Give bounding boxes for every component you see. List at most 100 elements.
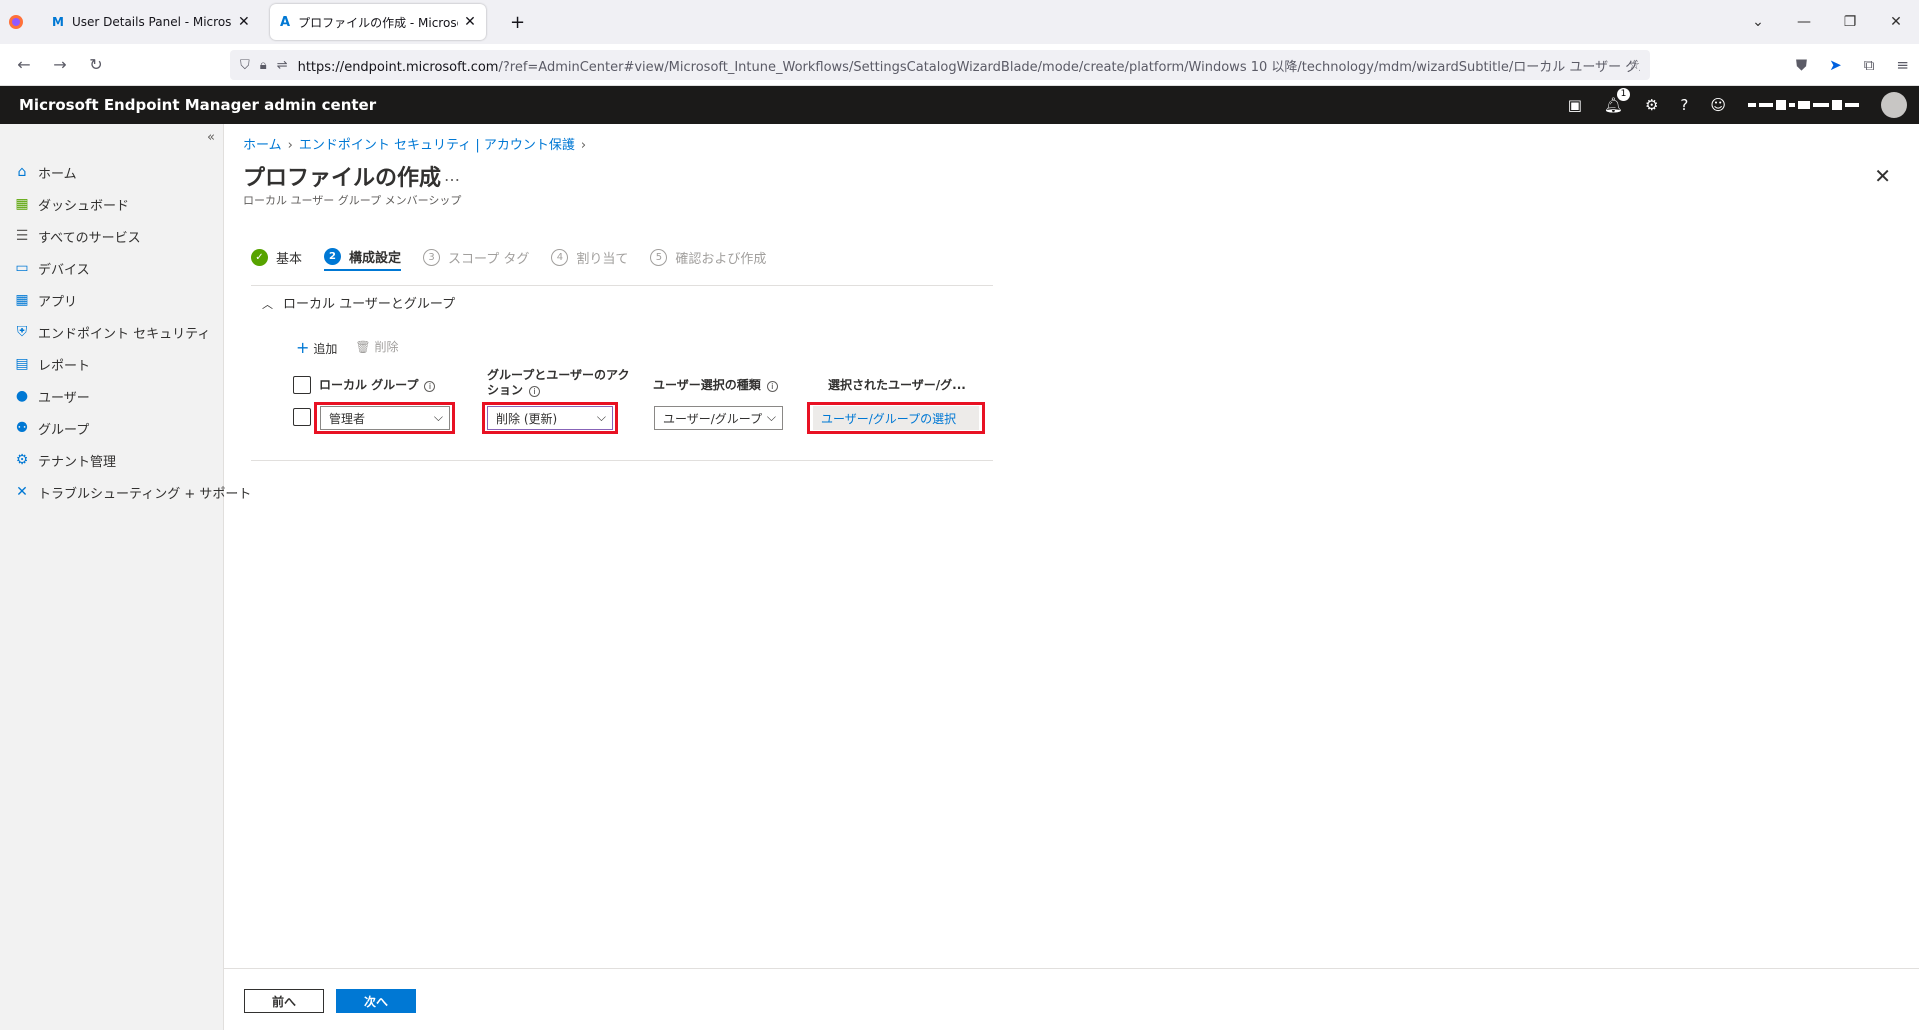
column-header-selected-users[interactable]: 選択されたユーザー/グ... [828, 376, 966, 393]
browser-actions: ⛊ ➤ ⧉ ≡ [1796, 44, 1909, 86]
new-tab-button[interactable]: + [500, 4, 535, 40]
sidebar-item-devices[interactable]: ▭ デバイス [12, 252, 251, 284]
back-icon[interactable]: ← [6, 55, 42, 74]
step-configuration[interactable]: 2 構成設定 [324, 243, 402, 271]
notifications-icon[interactable]: 🔔︎ 1 [1604, 88, 1630, 114]
step-number: 5 [650, 248, 668, 266]
tenant-icon: ⚙ [15, 452, 29, 468]
page-subtitle: ローカル ユーザー グループ メンバーシップ [243, 194, 462, 207]
pocket-icon[interactable]: ⛊ [1796, 56, 1807, 74]
local-group-dropdown[interactable]: 管理者 ⌵ [320, 406, 450, 430]
extension-arrow-icon[interactable]: ➤ [1829, 56, 1842, 74]
wrench-icon: ✕ [16, 484, 28, 500]
notification-count: 1 [1616, 88, 1630, 101]
intune-tab-icon: M [52, 15, 64, 29]
column-header-local-group[interactable]: ローカル グループ i [319, 376, 436, 393]
previous-button[interactable]: 前へ [244, 989, 324, 1013]
chevron-up-icon: ︿ [262, 298, 273, 311]
step-basics[interactable]: ✓ 基本 [251, 243, 302, 271]
sidebar-item-users[interactable]: ● ユーザー [12, 380, 251, 412]
step-review-create[interactable]: 5 確認および作成 [650, 243, 766, 271]
sidebar: « ⌂ ホーム ▦ ダッシュボード ☰ すべてのサービス ▭ デバイス ▦ アプリ ⛨ エン… [0, 124, 251, 1030]
tab-title: User Details Panel - Microsoft 3 [71, 15, 232, 29]
info-icon[interactable]: i [766, 381, 778, 392]
restore-icon[interactable]: ❐ [1827, 14, 1873, 30]
group-icon: ⚉ [15, 420, 29, 436]
home-icon: ⌂ [17, 164, 27, 180]
close-window-icon[interactable]: ✕ [1873, 14, 1919, 30]
sidebar-item-all-services[interactable]: ☰ すべてのサービス [12, 220, 251, 252]
chevron-right-icon: › [580, 138, 587, 153]
minimize-icon[interactable]: — [1781, 14, 1827, 30]
step-scope-tags[interactable]: 3 スコープ タグ [423, 243, 529, 271]
sidebar-item-tenant-admin[interactable]: ⚙ テナント管理 [12, 444, 251, 476]
footer-divider [224, 968, 1919, 969]
shield-icon[interactable]: ⛉ [240, 58, 250, 73]
sidebar-item-reports[interactable]: ▤ レポート [12, 348, 251, 380]
avatar[interactable] [1881, 92, 1907, 118]
browser-tab-bar: M User Details Panel - Microsoft 3 ✕ A プ… [0, 0, 1919, 44]
breadcrumb-security-link[interactable]: エンドポイント セキュリティ | アカウント保護 [299, 138, 575, 153]
dashboard-icon: ▦ [15, 196, 29, 212]
reload-icon[interactable]: ↻ [78, 55, 114, 74]
selection-type-dropdown[interactable]: ユーザー/グループ ⌵ [654, 406, 783, 430]
chevron-right-icon: › [287, 138, 293, 153]
add-button[interactable]: + 追加 [296, 338, 337, 357]
more-options-icon[interactable]: … [444, 166, 460, 185]
delete-button[interactable]: 🗑︎ 削除 [355, 338, 398, 357]
bookmark-star-icon[interactable]: ☆ [1628, 58, 1640, 73]
permissions-icon[interactable]: ⇌ [277, 58, 288, 73]
collapse-sidebar-icon[interactable]: « [207, 130, 215, 145]
section-header[interactable]: ︿ ローカル ユーザーとグループ [262, 293, 455, 312]
app-title[interactable]: Microsoft Endpoint Manager admin center [19, 96, 376, 114]
account-name-redacted[interactable] [1748, 100, 1859, 110]
tab-title: プロファイルの作成 - Microsoft Enc [298, 15, 458, 30]
action-dropdown[interactable]: 削除 (更新) ⌵ [487, 406, 613, 430]
page-title: プロファイルの作成 [243, 166, 442, 191]
next-button[interactable]: 次へ [336, 989, 416, 1013]
column-header-selection-type[interactable]: ユーザー選択の種類 i [653, 376, 778, 393]
hamburger-menu-icon[interactable]: ≡ [1896, 56, 1909, 74]
extensions-icon[interactable]: ⧉ [1864, 56, 1875, 74]
browser-tab-user-details[interactable]: M User Details Panel - Microsoft 3 ✕ [42, 4, 260, 40]
close-blade-icon[interactable]: ✕ [1874, 164, 1891, 188]
sidebar-item-troubleshooting[interactable]: ✕ トラブルシューティング + サポート [12, 476, 251, 508]
list-icon: ☰ [15, 228, 29, 244]
sidebar-item-apps[interactable]: ▦ アプリ [12, 284, 251, 316]
settings-gear-icon[interactable]: ⚙ [1645, 96, 1658, 114]
sidebar-nav: ⌂ ホーム ▦ ダッシュボード ☰ すべてのサービス ▭ デバイス ▦ アプリ ⛨ エンドポ… [12, 156, 251, 508]
sidebar-item-home[interactable]: ⌂ ホーム [12, 156, 251, 188]
info-icon[interactable]: i [529, 386, 541, 397]
tab-list-icon[interactable]: ⌄ [1735, 14, 1781, 30]
feedback-icon[interactable]: ☺ [1710, 96, 1726, 114]
url-text: https://endpoint.microsoft.com/?ref=Admi… [297, 59, 1640, 75]
select-users-groups-link[interactable]: ユーザー/グループの選択 [813, 406, 979, 430]
portal-icon[interactable]: ▣ [1568, 96, 1582, 114]
forward-icon[interactable]: → [42, 55, 78, 74]
firefox-menu-icon[interactable] [8, 4, 28, 40]
table-row: 管理者 ⌵ 削除 (更新) ⌵ ユーザー/グループ ⌵ ユーザー/グループの選択 [288, 402, 988, 434]
trash-icon: 🗑︎ [355, 340, 375, 354]
table-actions: + 追加 🗑︎ 削除 [296, 338, 399, 357]
device-icon: ▭ [15, 260, 29, 276]
step-assignments[interactable]: 4 割り当て [551, 243, 628, 271]
wizard-steps: ✓ 基本 2 構成設定 3 スコープ タグ 4 割り当て 5 確認および作成 [251, 243, 766, 271]
info-icon[interactable]: i [424, 381, 436, 392]
breadcrumb-home-link[interactable]: ホーム [243, 138, 282, 153]
column-header-action[interactable]: グループとユーザーのアク ション i [487, 368, 629, 398]
divider [251, 460, 993, 461]
help-icon[interactable]: ? [1680, 96, 1688, 114]
close-tab-icon[interactable]: ✕ [238, 14, 250, 30]
browser-toolbar: ← → ↻ ⛉ 🔒︎ ⇌ https://endpoint.microsoft.… [0, 44, 1919, 86]
close-tab-icon[interactable]: ✕ [464, 14, 476, 30]
sidebar-item-groups[interactable]: ⚉ グループ [12, 412, 251, 444]
row-checkbox[interactable] [293, 408, 311, 426]
sidebar-item-dashboard[interactable]: ▦ ダッシュボード [12, 188, 251, 220]
select-all-checkbox[interactable] [293, 376, 311, 394]
address-bar[interactable]: ⛉ 🔒︎ ⇌ https://endpoint.microsoft.com/?r… [230, 50, 1650, 80]
lock-icon[interactable]: 🔒︎ [260, 58, 267, 73]
plus-icon: + [296, 338, 310, 357]
browser-tab-create-profile[interactable]: A プロファイルの作成 - Microsoft Enc ✕ [270, 4, 486, 40]
app-header: Microsoft Endpoint Manager admin center … [0, 86, 1919, 124]
sidebar-item-endpoint-security[interactable]: ⛨ エンドポイント セキュリティ [12, 316, 251, 348]
